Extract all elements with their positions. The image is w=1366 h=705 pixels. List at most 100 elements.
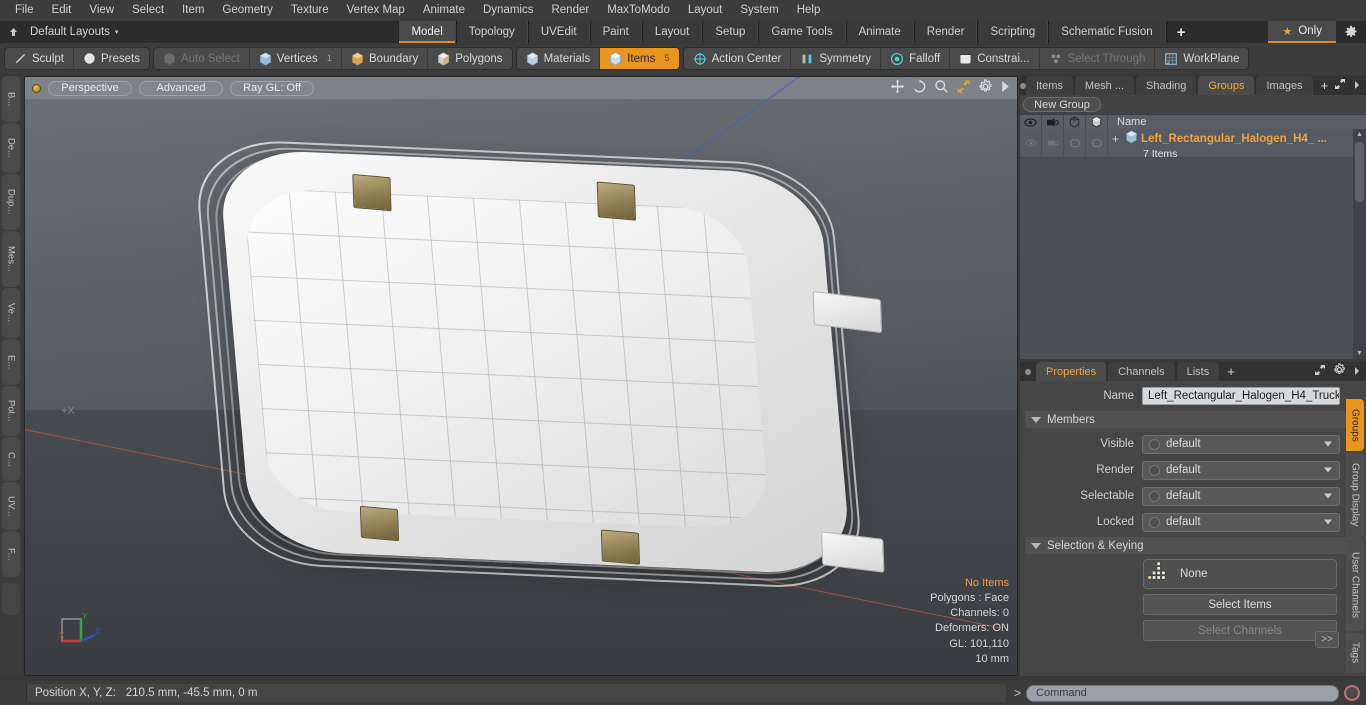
menu-item-texture[interactable]: Texture [282, 1, 338, 20]
menu-item-view[interactable]: View [80, 1, 123, 20]
add-layout-tab-button[interactable]: + [1165, 21, 1196, 43]
add-panel-tab-button[interactable]: + [1315, 76, 1335, 95]
default-layouts-selector[interactable]: Default Layouts ▾ [26, 21, 128, 43]
fit-icon[interactable] [956, 79, 971, 94]
viewport-shading-selector[interactable]: Advanced [139, 80, 223, 96]
menu-item-item[interactable]: Item [173, 1, 213, 20]
layout-tab-uvedit[interactable]: UVEdit [527, 21, 590, 43]
locked-dropdown[interactable]: default [1142, 512, 1340, 532]
record-icon[interactable] [1344, 685, 1360, 701]
scroll-down-arrow-icon[interactable]: ▼ [1353, 348, 1366, 359]
left-tab-mesh-edit[interactable]: Mes... [2, 231, 20, 287]
properties-menu-dot-icon[interactable] [1020, 362, 1036, 381]
eye-icon[interactable] [1020, 115, 1042, 129]
menu-item-vertex-map[interactable]: Vertex Map [338, 1, 414, 20]
vertices-button[interactable]: Vertices 1 [250, 48, 343, 69]
menu-item-maxtomodo[interactable]: MaxToModo [598, 1, 679, 20]
layout-tab-animate[interactable]: Animate [845, 21, 914, 43]
menu-item-geometry[interactable]: Geometry [213, 1, 282, 20]
left-tab-curve[interactable]: C... [2, 437, 20, 481]
layout-tab-topology[interactable]: Topology [455, 21, 528, 43]
items-button[interactable]: Items 5 [600, 48, 679, 69]
axis-gizmo[interactable]: X Y Z [51, 611, 107, 659]
left-tab-basic[interactable]: B... [2, 76, 20, 122]
layout-tab-paint[interactable]: Paint [589, 21, 642, 43]
layout-tab-scripting[interactable]: Scripting [977, 21, 1049, 43]
falloff-button[interactable]: Falloff [881, 48, 951, 69]
boundary-button[interactable]: Boundary [342, 48, 429, 69]
panel-tab-shading[interactable]: Shading [1136, 76, 1197, 95]
viewport-canvas[interactable]: +X +Z [25, 77, 1017, 675]
tab-lists[interactable]: Lists [1176, 362, 1220, 381]
model-headlight-mesh[interactable] [192, 137, 885, 591]
left-tab-extra[interactable] [2, 583, 20, 615]
new-group-button[interactable]: New Group [1023, 97, 1101, 112]
layout-tab-game-tools[interactable]: Game Tools [758, 21, 846, 43]
left-tab-vertex[interactable]: Ve... [2, 288, 20, 338]
visible-dropdown[interactable]: default [1142, 434, 1340, 454]
layout-tab-model[interactable]: Model [398, 21, 456, 43]
chevron-right-icon[interactable] [1353, 77, 1361, 95]
left-tab-polygon[interactable]: Pol... [2, 386, 20, 436]
left-tab-deform[interactable]: De... [2, 123, 20, 173]
expand-icon[interactable] [1314, 363, 1326, 381]
polygons-button[interactable]: Polygons [428, 48, 511, 69]
selection-keying-section-header[interactable]: Selection & Keying [1025, 537, 1361, 554]
menu-item-help[interactable]: Help [788, 1, 830, 20]
action-center-button[interactable]: Action Center [684, 48, 792, 69]
command-input[interactable]: Command [1026, 684, 1339, 702]
zoom-icon[interactable] [934, 79, 949, 94]
menu-item-animate[interactable]: Animate [414, 1, 474, 20]
row-visibility-toggle[interactable] [1020, 129, 1042, 157]
panel-tab-mesh[interactable]: Mesh ... [1074, 76, 1135, 95]
play-icon[interactable] [1000, 80, 1011, 93]
menu-item-file[interactable]: File [6, 1, 43, 20]
render-icon[interactable] [1042, 115, 1064, 129]
panel-tab-items[interactable]: Items [1026, 76, 1073, 95]
select-channels-button[interactable]: Select Channels [1143, 620, 1337, 641]
cube-solid-icon[interactable] [1086, 115, 1108, 129]
panel-tab-groups[interactable]: Groups [1198, 76, 1255, 95]
keying-set-selector[interactable]: None [1143, 559, 1337, 589]
only-toggle-button[interactable]: ★ Only [1268, 21, 1336, 43]
more-options-button[interactable]: >> [1315, 631, 1339, 648]
symmetry-button[interactable]: Symmetry [791, 48, 882, 69]
rotate-icon[interactable] [912, 79, 927, 94]
menu-item-render[interactable]: Render [542, 1, 598, 20]
left-tab-uv[interactable]: UV... [2, 482, 20, 530]
scroll-thumb[interactable] [1355, 142, 1364, 202]
menu-item-dynamics[interactable]: Dynamics [474, 1, 542, 20]
chevron-right-icon[interactable] [1353, 363, 1361, 381]
constraint-button[interactable]: Constrai... [950, 48, 1040, 69]
left-tab-edge[interactable]: E... [2, 339, 20, 385]
select-through-button[interactable]: Select Through [1040, 48, 1156, 69]
menu-item-layout[interactable]: Layout [679, 1, 732, 20]
selectable-radio-icon[interactable] [1149, 490, 1160, 502]
sculpt-button[interactable]: Sculpt [5, 48, 74, 69]
menu-item-select[interactable]: Select [123, 1, 173, 20]
selectable-dropdown[interactable]: default [1142, 486, 1340, 506]
name-field[interactable]: Left_Rectangular_Halogen_H4_Truck_ [1142, 387, 1340, 405]
menu-item-edit[interactable]: Edit [43, 1, 81, 20]
left-tab-duplicate[interactable]: Dup... [2, 174, 20, 230]
add-properties-tab-button[interactable]: + [1221, 362, 1241, 381]
auto-select-button[interactable]: Auto Select [154, 48, 250, 69]
expand-icon[interactable] [1334, 77, 1346, 95]
table-row[interactable]: + Left_Rectangular_Halogen_H4_ ... 7 Ite… [1020, 129, 1366, 160]
row-render-toggle[interactable] [1042, 129, 1064, 157]
row-select-toggle[interactable] [1064, 129, 1086, 157]
materials-button[interactable]: Materials [517, 48, 601, 69]
render-dropdown[interactable]: default [1142, 460, 1340, 480]
gear-icon[interactable] [1336, 21, 1366, 43]
viewport-view-selector[interactable]: Perspective [48, 80, 132, 96]
layout-tab-schematic-fusion[interactable]: Schematic Fusion [1048, 21, 1166, 43]
members-section-header[interactable]: Members [1025, 411, 1361, 428]
side-tab-tags[interactable]: Tags [1346, 633, 1364, 673]
visible-radio-icon[interactable] [1149, 438, 1160, 450]
layout-tab-setup[interactable]: Setup [702, 21, 759, 43]
row-lock-toggle[interactable] [1086, 129, 1108, 157]
layout-tab-layout[interactable]: Layout [641, 21, 703, 43]
side-tab-groups[interactable]: Groups [1346, 399, 1364, 451]
side-tab-user-channels[interactable]: User Channels [1346, 539, 1364, 631]
scroll-up-arrow-icon[interactable]: ▲ [1353, 129, 1366, 140]
